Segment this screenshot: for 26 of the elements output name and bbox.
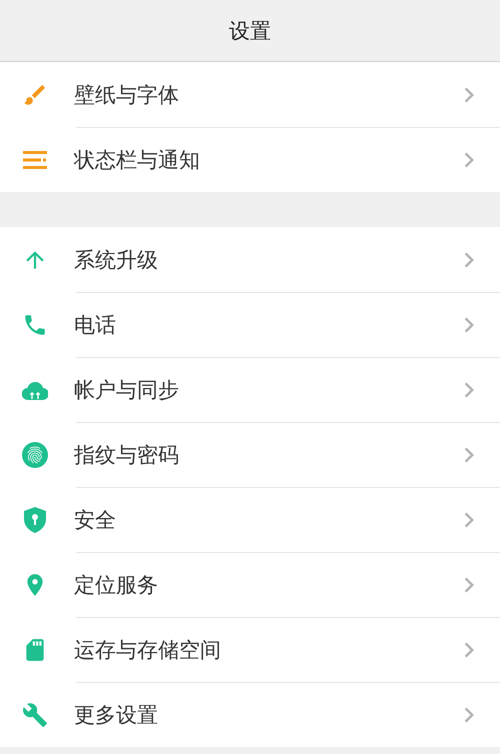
settings-item[interactable]: 帐户与同步 xyxy=(0,357,500,422)
settings-label: 状态栏与通知 xyxy=(74,146,201,174)
cloud-icon xyxy=(22,380,48,400)
fingerprint-icon xyxy=(22,442,48,468)
settings-item[interactable]: 电话 xyxy=(0,292,500,357)
settings-item[interactable]: 运存与存储空间 xyxy=(0,617,500,682)
settings-item[interactable]: 更多设置 xyxy=(0,682,500,747)
settings-item[interactable]: 状态栏与通知 xyxy=(0,127,500,192)
settings-item[interactable]: 系统升级 xyxy=(0,227,500,292)
shield-icon xyxy=(23,506,47,532)
settings-item[interactable]: 定位服务 xyxy=(0,552,500,617)
settings-item[interactable]: 指纹与密码 xyxy=(0,422,500,487)
settings-label: 帐户与同步 xyxy=(74,376,180,404)
page-title: 设置 xyxy=(229,18,271,44)
settings-label: 系统升级 xyxy=(74,246,159,274)
list-icon xyxy=(22,150,48,170)
settings-item[interactable]: 安全 xyxy=(0,487,500,552)
wrench-icon xyxy=(22,702,48,728)
settings-label: 定位服务 xyxy=(74,572,159,598)
settings-label: 运存与存储空间 xyxy=(74,636,222,664)
settings-label: 壁纸与字体 xyxy=(74,82,180,108)
settings-item[interactable]: 壁纸与字体 xyxy=(0,62,500,127)
settings-label: 更多设置 xyxy=(74,702,159,728)
settings-label: 电话 xyxy=(74,312,117,338)
settings-label: 指纹与密码 xyxy=(74,442,180,468)
settings-label: 安全 xyxy=(74,506,117,534)
